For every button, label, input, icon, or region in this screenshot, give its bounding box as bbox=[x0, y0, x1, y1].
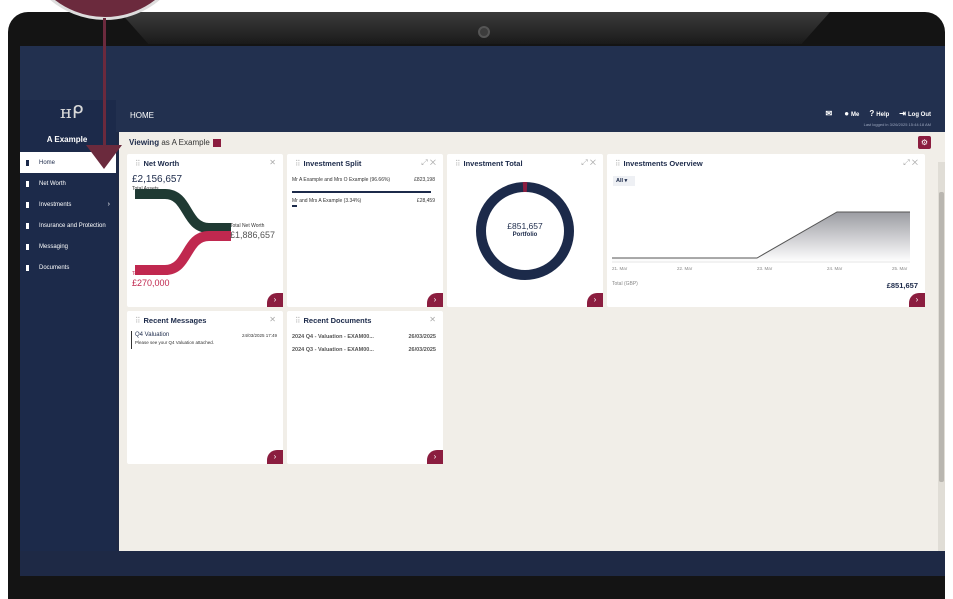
recent-documents-widget: ⠿ Recent Documents ✕ 2024 Q4 - Valuation … bbox=[287, 311, 443, 464]
assets-flow bbox=[135, 189, 231, 233]
message-subject[interactable]: Q4 Valuation bbox=[135, 332, 169, 338]
home-icon bbox=[26, 159, 29, 166]
dashboard-content: Viewing as A Example ⚙ ⠿ Net Worth ✕ £2,1… bbox=[119, 132, 945, 557]
bezel-top bbox=[120, 12, 830, 44]
chevron-right-icon: › bbox=[593, 295, 597, 304]
x-tick: 23. Mar bbox=[757, 266, 773, 271]
net-worth-widget: ⠿ Net Worth ✕ £2,156,657 Total Assets Tot… bbox=[127, 154, 283, 307]
investment-total-label: Portfolio bbox=[512, 232, 538, 238]
split-bar bbox=[292, 191, 431, 193]
expand-icon[interactable]: ⤢ bbox=[421, 158, 427, 167]
x-tick: 24. Mar bbox=[827, 266, 843, 271]
investment-split-widget: ⠿ Investment Split ⤢ ✕ Mr A Example and M… bbox=[287, 154, 443, 307]
sidebar-item-investments[interactable]: Investments › bbox=[20, 194, 116, 215]
message-marker bbox=[131, 331, 132, 349]
dropdown-icon[interactable] bbox=[212, 138, 221, 147]
close-icon[interactable]: ✕ bbox=[430, 158, 436, 167]
message-body: Please see your Q4 Valuation attached. bbox=[135, 340, 214, 345]
chevron-right-icon: › bbox=[273, 295, 277, 304]
sidebar-item-net-worth[interactable]: Net Worth bbox=[20, 173, 116, 194]
help-icon: ? bbox=[869, 109, 875, 118]
message-date: 24/03/2025 17:49 bbox=[241, 333, 277, 338]
last-logged: Last logged in 3/26/2025 15:44:18 AM bbox=[863, 122, 931, 127]
liabilities-value: £270,000 bbox=[132, 278, 170, 288]
chevron-right-icon: › bbox=[273, 452, 277, 461]
recent-messages-widget: ⠿ Recent Messages ✕ Q4 Valuation 24/03/20… bbox=[127, 311, 283, 464]
net-worth-label: Total Net Worth bbox=[230, 223, 265, 229]
overview-area bbox=[612, 212, 910, 262]
investment-total-widget: ⠿ Investment Total ⤢ ✕ £851,657 Portfolio… bbox=[447, 154, 603, 307]
logo-icon[interactable]: ʜᑭ bbox=[60, 102, 84, 126]
list-item[interactable]: Mr and Mrs A Example (3.34%) £28,459 bbox=[292, 198, 435, 204]
drag-handle-icon[interactable]: ⠿ bbox=[295, 316, 301, 325]
settings-button[interactable]: ⚙ bbox=[918, 136, 931, 149]
scrollbar-thumb[interactable] bbox=[939, 192, 944, 482]
open-split-button[interactable]: › bbox=[427, 293, 443, 307]
open-messages-button[interactable]: › bbox=[267, 450, 283, 464]
user-icon: ● bbox=[844, 109, 850, 118]
list-item[interactable]: 2024 Q3 - Valuation - EXAM00... 26/03/202… bbox=[292, 347, 436, 353]
messaging-icon bbox=[26, 243, 29, 250]
mail-button[interactable]: ✉ bbox=[826, 109, 835, 118]
close-icon[interactable]: ✕ bbox=[269, 315, 276, 324]
net-worth-value: £1,886,657 bbox=[230, 230, 276, 240]
chevron-right-icon: › bbox=[433, 452, 437, 461]
investments-overview-widget: ⠿ Investments Overview ⤢ ✕ All ▾ 21. Mar … bbox=[607, 154, 925, 307]
investments-icon bbox=[26, 201, 29, 208]
sidebar-item-documents[interactable]: Documents bbox=[20, 257, 116, 278]
investment-total-value: £851,657 bbox=[507, 221, 543, 231]
x-tick: 25. Mar bbox=[892, 266, 908, 271]
overview-total-label: Total (GBP) bbox=[612, 281, 638, 287]
logout-icon: ⇥ bbox=[899, 109, 906, 118]
open-documents-button[interactable]: › bbox=[427, 450, 443, 464]
laptop-lower-bezel bbox=[20, 551, 945, 576]
tutorial-arrow bbox=[103, 18, 106, 148]
arrow-down-icon bbox=[86, 145, 122, 169]
split-bar bbox=[292, 205, 297, 207]
close-icon[interactable]: ✕ bbox=[429, 315, 436, 324]
documents-icon bbox=[26, 264, 29, 271]
top-actions: ✉ ● Me ? Help ⇥ Log Out bbox=[826, 109, 932, 118]
scrollbar[interactable] bbox=[938, 162, 945, 557]
x-tick: 21. Mar bbox=[612, 266, 628, 271]
overview-total-value: £851,657 bbox=[886, 281, 918, 290]
top-bar: HOME ✉ ● Me ? Help ⇥ Log Out Last logged in… bbox=[116, 100, 945, 132]
open-overview-button[interactable]: › bbox=[909, 293, 925, 307]
gear-icon: ⚙ bbox=[920, 138, 929, 147]
liabilities-flow bbox=[135, 231, 231, 275]
page-title: HOME bbox=[130, 111, 154, 120]
donut-ring bbox=[476, 182, 574, 280]
x-tick: 22. Mar bbox=[677, 266, 693, 271]
sidebar-item-insurance[interactable]: Insurance and Protection bbox=[20, 215, 116, 236]
net-worth-icon bbox=[26, 180, 29, 187]
sidebar-item-messaging[interactable]: Messaging bbox=[20, 236, 116, 257]
mail-icon: ✉ bbox=[825, 109, 833, 118]
user-name: A Example bbox=[46, 135, 88, 144]
liabilities-label: Total Liabilities bbox=[132, 271, 165, 277]
open-total-button[interactable]: › bbox=[587, 293, 603, 307]
chevron-right-icon: › bbox=[433, 295, 437, 304]
open-net-worth-button[interactable]: › bbox=[267, 293, 283, 307]
overview-area-chart bbox=[612, 211, 910, 263]
side-nav: Home Net Worth Investments › Insurance an… bbox=[20, 152, 116, 278]
laptop-frame: ʜᑭ A Example HOME ✉ ● Me ? Help ⇥ Log Out L… bbox=[0, 0, 953, 599]
drag-handle-icon[interactable]: ⠿ bbox=[295, 159, 301, 168]
camera-icon bbox=[478, 26, 490, 38]
logout-button[interactable]: ⇥ Log Out bbox=[899, 109, 931, 118]
help-button[interactable]: ? Help bbox=[869, 109, 889, 118]
me-button[interactable]: ● Me bbox=[844, 109, 859, 118]
chevron-right-icon: › bbox=[915, 295, 919, 304]
drag-handle-icon[interactable]: ⠿ bbox=[135, 316, 141, 325]
list-item[interactable]: Mr A Example and Mrs O Example (96.66%) £… bbox=[292, 177, 435, 183]
app-screen: ʜᑭ A Example HOME ✉ ● Me ? Help ⇥ Log Out L… bbox=[20, 46, 945, 576]
viewing-selector[interactable]: Viewing as A Example bbox=[129, 138, 221, 147]
header-banner bbox=[20, 46, 945, 100]
insurance-icon bbox=[26, 222, 29, 229]
chevron-right-icon: › bbox=[107, 201, 110, 208]
list-item[interactable]: 2024 Q4 - Valuation - EXAM00... 26/03/202… bbox=[292, 334, 436, 340]
